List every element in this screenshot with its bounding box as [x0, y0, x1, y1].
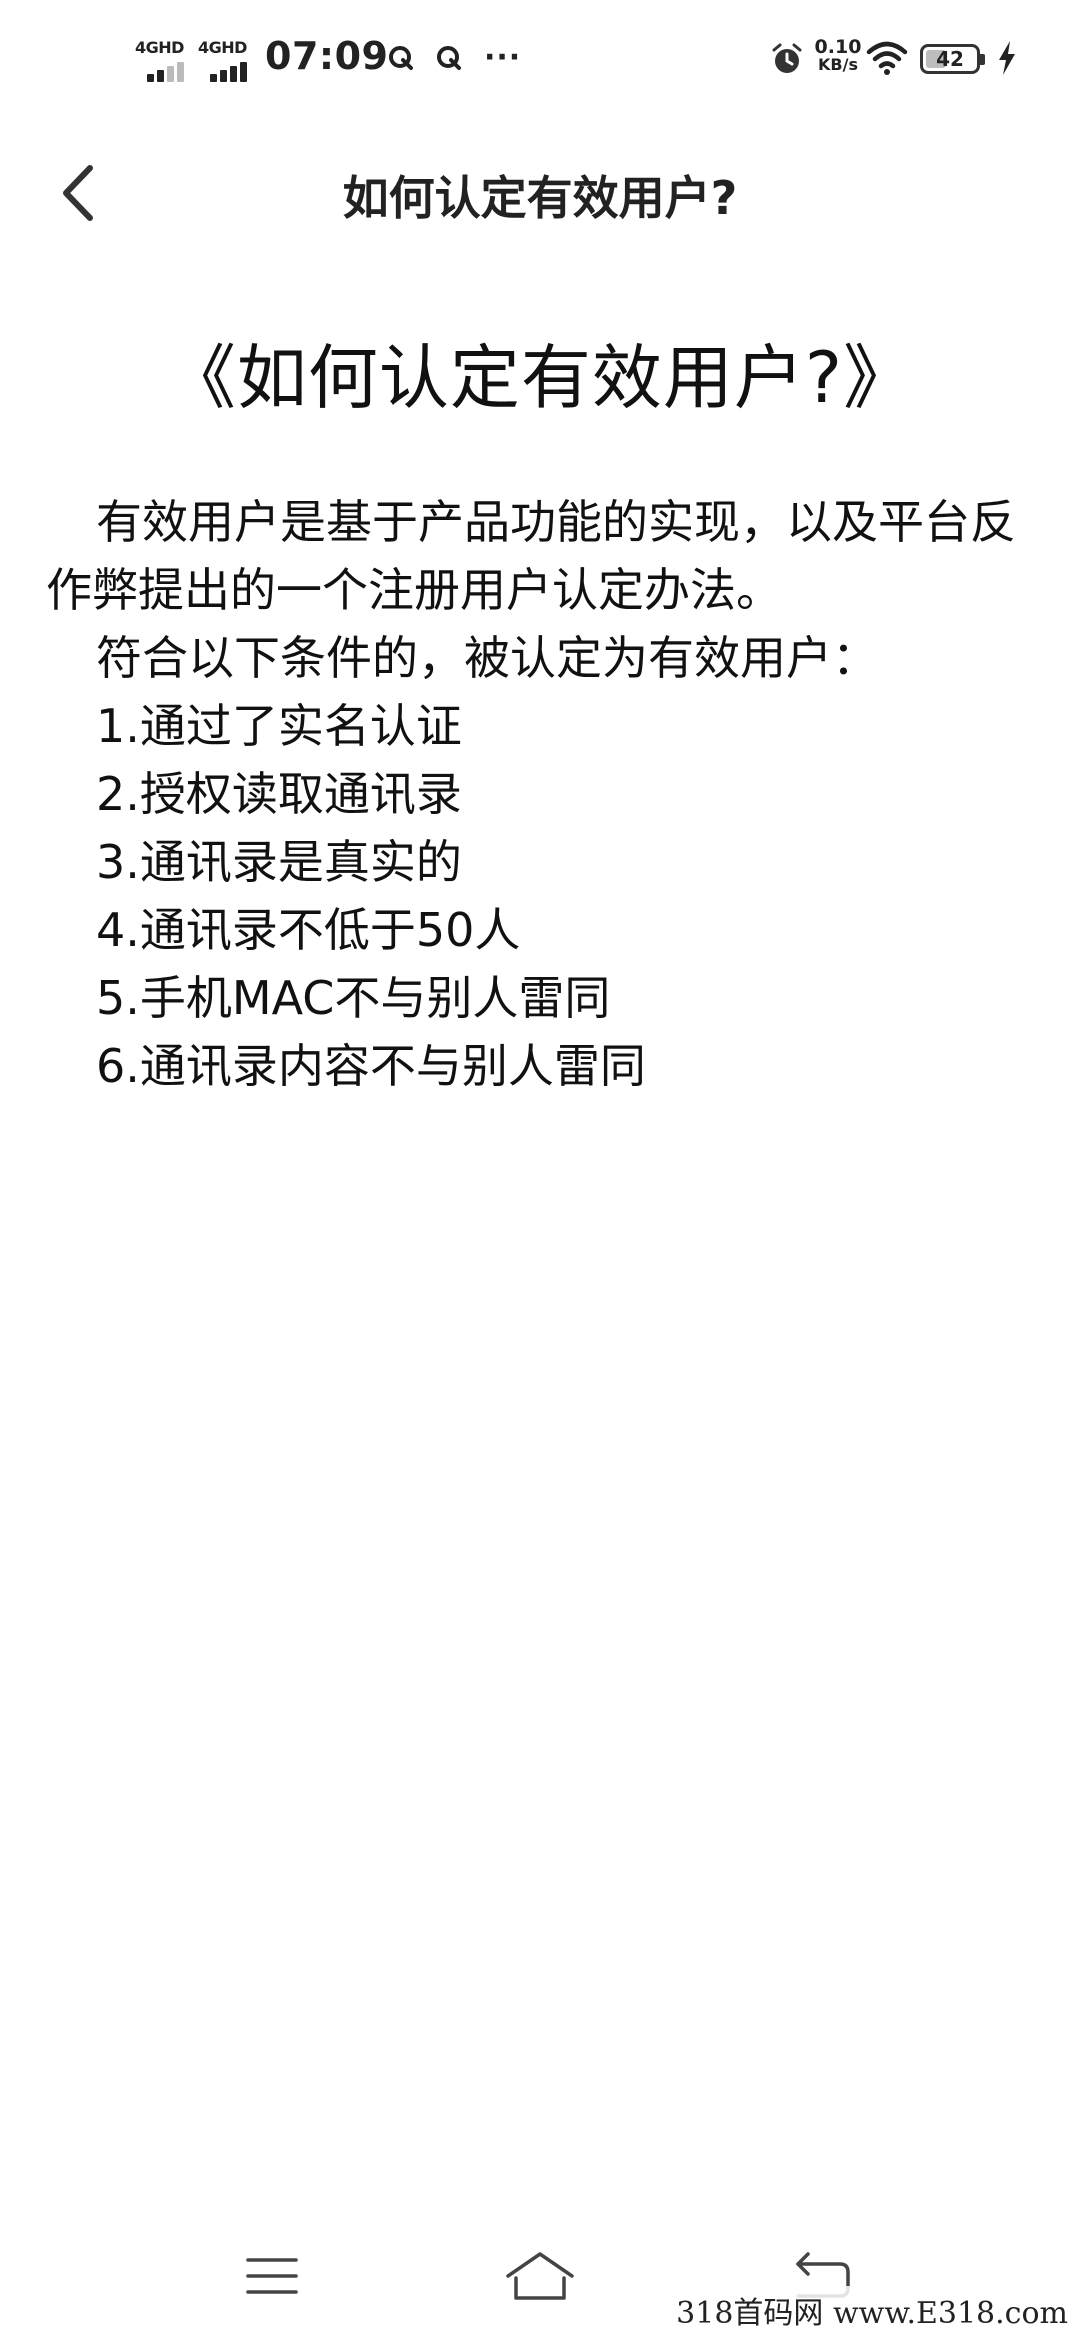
watermark: 318首码网 www.E318.com — [670, 2286, 1074, 2334]
network-speed-value: 0.10 — [814, 36, 862, 58]
page-title: 如何认定有效用户? — [342, 171, 738, 225]
article-title: 《如何认定有效用户?》 — [165, 337, 915, 419]
alarm-icon — [772, 43, 802, 73]
conditions-heading: 符合以下条件的，被认定为有效用户： — [96, 631, 878, 685]
charging-icon — [999, 41, 1015, 75]
list-item: 5.手机MAC不与别人雷同 — [96, 971, 611, 1025]
conditions-list: 1.通过了实名认证 2.授权读取通讯录 3.通讯录是真实的 4.通讯录不低于50… — [46, 692, 1026, 1100]
list-item: 6.通讯录内容不与别人雷同 — [96, 1039, 646, 1093]
home-icon[interactable] — [500, 2246, 580, 2306]
signal-bars-icon — [210, 62, 258, 82]
list-item: 3.通讯录是真实的 — [96, 835, 462, 889]
battery-level: 42 — [936, 47, 964, 71]
q-app-icon — [437, 46, 461, 70]
battery-indicator: 42 — [920, 44, 985, 74]
q-app-icon — [389, 46, 413, 70]
list-item: 1.通过了实名认证 — [96, 699, 462, 753]
wifi-icon — [866, 41, 908, 75]
list-item: 2.授权读取通讯录 — [96, 767, 462, 821]
more-notifications-icon: ··· — [484, 40, 522, 75]
status-bar: 4GHD 4GHD 07:09 ··· 0.10 KB/s 42 — [0, 0, 1080, 120]
status-time: 07:09 — [265, 34, 389, 78]
menu-icon[interactable] — [232, 2246, 312, 2306]
list-item: 4.通讯录不低于50人 — [96, 903, 521, 957]
signal-bars-icon — [147, 62, 195, 82]
sim1-network-type: 4GHD — [135, 38, 184, 57]
sim1-signal: 4GHD — [135, 38, 195, 82]
network-speed-unit: KB/s — [818, 55, 858, 74]
intro-paragraph: 有效用户是基于产品功能的实现，以及平台反作弊提出的一个注册用户认定办法。 — [46, 495, 1016, 617]
sim2-signal: 4GHD — [198, 38, 258, 82]
network-speed: 0.10 KB/s — [808, 38, 868, 74]
sim2-network-type: 4GHD — [198, 38, 247, 57]
article-body: 有效用户是基于产品功能的实现，以及平台反作弊提出的一个注册用户认定办法。 符合以… — [46, 488, 1026, 1100]
